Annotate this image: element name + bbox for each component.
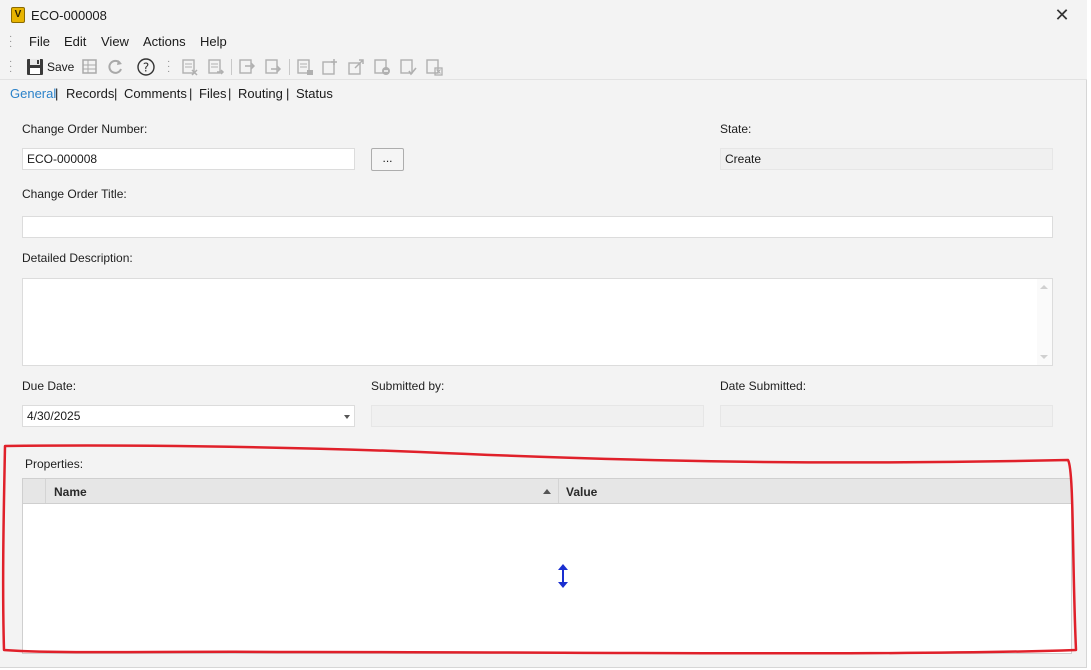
column-header-name[interactable]: Name (54, 485, 87, 499)
detailed-description-field[interactable] (22, 278, 1053, 366)
save-icon[interactable] (25, 57, 45, 77)
tab-separator: | (114, 86, 118, 101)
tab-files[interactable]: Files (199, 86, 226, 101)
toolbar: · · · Save ? · · · (0, 54, 1087, 80)
menu-file[interactable]: File (29, 34, 50, 49)
toolbar-grip-icon: · · · (9, 56, 13, 77)
scroll-down-icon[interactable] (1040, 355, 1048, 359)
menu-view[interactable]: View (101, 34, 129, 49)
date-submitted-label: Date Submitted: (720, 379, 807, 393)
properties-grid[interactable]: Name Value (22, 478, 1072, 654)
scroll-up-icon[interactable] (1040, 285, 1048, 289)
change-order-title-field[interactable] (22, 216, 1053, 238)
approve-record-icon[interactable] (398, 57, 418, 77)
forward-record-icon[interactable] (237, 57, 257, 77)
menu-actions[interactable]: Actions (143, 34, 186, 49)
due-date-label: Due Date: (22, 379, 77, 393)
menu-bar: · · · File Edit View Actions Help (0, 30, 1087, 54)
close-button[interactable]: ✕ (1049, 4, 1075, 26)
browse-button[interactable]: ... (371, 148, 404, 171)
properties-label: Properties: (25, 457, 84, 471)
move-record-icon[interactable] (206, 57, 226, 77)
submitted-by-field (371, 405, 704, 427)
state-label: State: (720, 122, 752, 136)
refresh-icon[interactable] (105, 57, 125, 77)
chevron-down-icon[interactable] (344, 415, 350, 419)
change-order-number-label: Change Order Number: (22, 122, 148, 136)
menu-edit[interactable]: Edit (64, 34, 86, 49)
change-order-number-field[interactable]: ECO-000008 (22, 148, 355, 170)
add-record-icon[interactable] (320, 57, 340, 77)
vertical-resize-cursor-icon (558, 564, 568, 588)
tab-separator: | (228, 86, 232, 101)
properties-grid-header: Name Value (23, 479, 1071, 504)
tab-general[interactable]: General (10, 86, 56, 101)
due-date-dropdown[interactable]: 4/30/2025 (22, 405, 355, 427)
title-bar: V ECO-000008 ✕ (0, 0, 1087, 30)
delete-record-icon[interactable] (180, 57, 200, 77)
vault-app-icon: V (11, 7, 25, 23)
list-icon[interactable] (295, 57, 315, 77)
change-order-title-label: Change Order Title: (22, 187, 127, 201)
window-title: ECO-000008 (31, 8, 107, 23)
cancel-record-icon[interactable] (424, 57, 444, 77)
tab-separator: | (189, 86, 193, 101)
toolbar-separator (289, 59, 290, 75)
toolbar-grip-icon-2: · · · (167, 56, 171, 77)
export-icon[interactable] (346, 57, 366, 77)
toolbar-separator (231, 59, 232, 75)
tab-separator: | (286, 86, 290, 101)
description-scrollbar[interactable] (1037, 279, 1052, 365)
sort-ascending-icon (543, 489, 551, 494)
column-divider[interactable] (558, 479, 559, 503)
remove-record-icon[interactable] (372, 57, 392, 77)
detailed-description-label: Detailed Description: (22, 251, 133, 265)
next-record-icon[interactable] (263, 57, 283, 77)
eco-window: V ECO-000008 ✕ · · · File Edit View Action… (0, 0, 1087, 668)
tab-separator: | (55, 86, 59, 101)
row-selector-header[interactable] (23, 479, 46, 503)
tab-routing[interactable]: Routing (238, 86, 283, 101)
due-date-value: 4/30/2025 (27, 409, 81, 423)
tab-records[interactable]: Records (66, 86, 114, 101)
save-button[interactable]: Save (47, 60, 74, 74)
menu-help[interactable]: Help (200, 34, 227, 49)
state-field: Create (720, 148, 1053, 170)
tab-status[interactable]: Status (296, 86, 333, 101)
grid-icon[interactable] (80, 57, 100, 77)
date-submitted-field (720, 405, 1053, 427)
help-icon[interactable]: ? (136, 57, 156, 77)
svg-text:?: ? (143, 61, 149, 75)
menu-grip-icon: · · · (9, 31, 13, 52)
column-header-value[interactable]: Value (566, 485, 597, 499)
tab-comments[interactable]: Comments (124, 86, 187, 101)
submitted-by-label: Submitted by: (371, 379, 445, 393)
